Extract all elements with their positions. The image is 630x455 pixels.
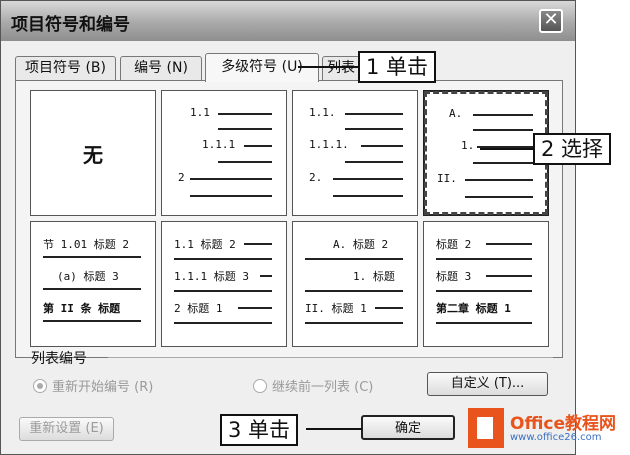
text-line: [305, 290, 403, 292]
restart-numbering-radio[interactable]: 重新开始编号 (R): [33, 376, 153, 395]
gallery-item-none[interactable]: 无: [30, 90, 156, 216]
text-line: [218, 161, 272, 163]
level-1-heading: 节 1.01 标题 2: [43, 238, 129, 251]
text-line: [174, 322, 272, 324]
level-1-number: 1.1.: [309, 106, 336, 119]
section-divider: [108, 357, 553, 358]
text-line: [375, 307, 403, 309]
continue-list-label: 继续前一列表 (C): [272, 380, 374, 395]
gallery-item-numeric[interactable]: 1.1 1.1.1 2: [161, 90, 287, 216]
text-line: [436, 322, 532, 324]
level-3-number: 2: [178, 171, 185, 184]
text-line: [465, 196, 533, 198]
text-line: [174, 290, 272, 292]
text-line: [244, 145, 272, 147]
callout-click-3: 3 单击: [220, 414, 299, 446]
gallery-item-numeric-dotted[interactable]: 1.1. 1.1.1. 2.: [292, 90, 418, 216]
outline-gallery-panel: 无 1.1 1.1.1 2 1.1. 1.1.1. 2. A. 1. II. 节…: [15, 80, 563, 358]
bullets-numbering-dialog: 项目符号和编号 ✕ 项目符号 (B) 编号 (N) 多级符号 (U) 列表 无 …: [0, 0, 576, 455]
level-2-heading: 标题 3: [436, 270, 472, 283]
level-2-number: 1.1.1.: [309, 138, 349, 151]
level-3-number: 2.: [309, 171, 323, 184]
office-logo-icon: [468, 408, 504, 448]
level-1-number: 1.1: [190, 106, 210, 119]
level-1-heading: 标题 2: [436, 238, 472, 251]
gallery-item-chapter-headings[interactable]: 标题 2 标题 3 第二章 标题 1: [423, 221, 549, 347]
text-line: [345, 128, 403, 130]
text-line: [333, 195, 403, 197]
level-2-heading: 1.1.1 标题 3: [174, 270, 249, 283]
level-3-heading: 2 标题 1: [174, 302, 223, 315]
reset-button: 重新设置 (E): [19, 417, 114, 441]
callout-click-1: 1 单击: [358, 51, 437, 83]
level-2-number: 1.: [461, 139, 475, 152]
callout-2-leader: [480, 148, 535, 150]
level-2-number: 1.1.1: [202, 138, 236, 151]
gallery-item-legal-headings[interactable]: 节 1.01 标题 2 (a) 标题 3 第 II 条 标题: [30, 221, 156, 347]
close-icon[interactable]: ✕: [539, 9, 563, 33]
text-line: [218, 128, 272, 130]
level-1-number: A.: [449, 107, 463, 120]
text-line: [305, 322, 403, 324]
text-line: [486, 243, 532, 245]
text-line: [43, 256, 141, 258]
text-line: [465, 179, 533, 181]
text-line: [436, 290, 532, 292]
text-line: [473, 114, 533, 116]
level-3-heading: 第二章 标题 1: [436, 302, 511, 315]
tab-numbering[interactable]: 编号 (N): [120, 56, 202, 81]
text-line: [43, 288, 141, 290]
restart-numbering-label: 重新开始编号 (R): [52, 380, 154, 395]
level-3-number: II.: [437, 172, 457, 185]
tab-list-styles[interactable]: 列表: [322, 56, 360, 81]
text-line: [244, 243, 272, 245]
level-1-heading: 1.1 标题 2: [174, 238, 236, 251]
ok-button[interactable]: 确定: [361, 415, 455, 440]
watermark-url: www.office26.com: [510, 432, 602, 443]
radio-selected-icon: [33, 379, 47, 393]
text-line: [345, 113, 403, 115]
level-1-heading: A. 标题 2: [333, 238, 389, 251]
text-line: [190, 178, 272, 180]
text-line: [473, 162, 533, 164]
watermark-name: Office教程网: [510, 414, 617, 434]
text-line: [305, 258, 403, 260]
text-line: [436, 258, 532, 260]
dialog-title: 项目符号和编号: [11, 15, 130, 35]
level-3-heading: II. 标题 1: [305, 302, 367, 315]
text-line: [473, 129, 533, 131]
gallery-item-alpha-selected[interactable]: A. 1. II.: [423, 90, 549, 216]
continue-list-radio[interactable]: 继续前一列表 (C): [253, 376, 373, 395]
text-line: [190, 195, 272, 197]
level-2-heading: (a) 标题 3: [57, 270, 119, 283]
gallery-item-alpha-headings[interactable]: A. 标题 2 1. 标题 II. 标题 1: [292, 221, 418, 347]
text-line: [238, 307, 272, 309]
callout-select-2: 2 选择: [533, 133, 612, 165]
list-numbering-label: 列表编号: [31, 351, 87, 367]
text-line: [345, 161, 403, 163]
radio-empty-icon: [253, 379, 267, 393]
title-bar: 项目符号和编号 ✕: [1, 1, 575, 41]
callout-1-leader: [298, 66, 360, 68]
none-label: 无: [83, 143, 103, 167]
text-line: [174, 258, 272, 260]
text-line: [361, 145, 403, 147]
watermark-logo: Office教程网 www.office26.com: [460, 405, 630, 453]
level-3-heading: 第 II 条 标题: [43, 302, 121, 315]
customize-button[interactable]: 自定义 (T)...: [427, 372, 548, 396]
tab-bullets[interactable]: 项目符号 (B): [15, 56, 116, 81]
gallery-item-numeric-headings[interactable]: 1.1 标题 2 1.1.1 标题 3 2 标题 1: [161, 221, 287, 347]
text-line: [218, 113, 272, 115]
level-2-heading: 1. 标题: [353, 270, 395, 283]
text-line: [486, 275, 532, 277]
callout-3-leader: [306, 428, 362, 430]
text-line: [333, 178, 403, 180]
text-line: [43, 320, 141, 322]
text-line: [260, 275, 272, 277]
